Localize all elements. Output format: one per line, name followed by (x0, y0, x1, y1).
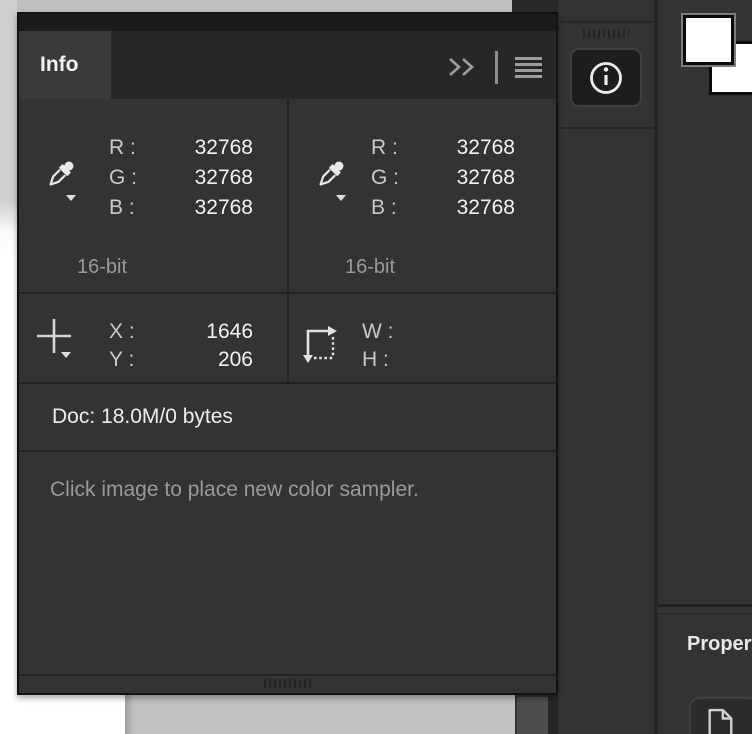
hint-text: Click image to place new color sampler. (50, 478, 419, 502)
channel-label: R : (109, 136, 153, 160)
collapse-panel-button[interactable] (447, 56, 477, 78)
cursor-position-cell: X : 1646 Y : 206 (19, 294, 287, 382)
panel-drag-edge[interactable] (19, 14, 556, 31)
channel-value: 32768 (153, 166, 253, 190)
color-readout-secondary: R : 32768 G : 32768 B : 32768 16-bit (289, 99, 556, 292)
eyedropper-mode-button[interactable] (38, 157, 82, 205)
eyedropper-icon (308, 157, 352, 205)
coord-label: X : (109, 320, 153, 344)
double-chevron-right-icon (447, 56, 477, 78)
bit-depth-label: 16-bit (77, 256, 127, 279)
channel-value: 32768 (153, 196, 253, 220)
document-page-icon (705, 708, 735, 734)
channel-label: B : (371, 196, 415, 220)
info-panel: Info (17, 12, 558, 695)
dock-grip-icon[interactable] (583, 29, 629, 38)
size-label: H : (362, 348, 406, 372)
coord-label: Y : (109, 348, 153, 372)
channel-value: 32768 (153, 136, 253, 160)
size-label: W : (362, 320, 406, 344)
dock-divider (658, 613, 752, 615)
info-panel-dock-button[interactable] (570, 48, 642, 107)
channel-label: G : (371, 166, 415, 190)
channel-value: 32768 (415, 136, 515, 160)
canvas-background-bottom-white (17, 695, 125, 734)
channel-value: 32768 (415, 196, 515, 220)
dock-divider (558, 127, 654, 129)
doc-status-section: Doc: 18.0M/0 bytes (19, 384, 556, 450)
dock-divider (658, 604, 752, 607)
coord-value: 1646 (153, 320, 253, 344)
channel-label: B : (109, 196, 153, 220)
window-fragment-dark (548, 695, 558, 734)
document-properties-button[interactable] (689, 697, 752, 734)
eyedropper-mode-button[interactable] (308, 157, 352, 205)
dock-divider (558, 21, 654, 23)
panel-tab-bar: Info (19, 31, 556, 99)
cursor-units-button[interactable] (35, 314, 77, 360)
panel-menu-icon (515, 57, 542, 78)
resize-grip-icon (264, 679, 312, 688)
channel-label: R : (371, 136, 415, 160)
header-divider (495, 51, 498, 84)
position-size-section: X : 1646 Y : 206 (19, 294, 556, 382)
doc-status-text: Doc: 18.0M/0 bytes (19, 405, 233, 429)
crosshair-icon (35, 314, 77, 360)
foreground-color-swatch[interactable] (683, 15, 734, 65)
hint-section: Click image to place new color sampler. (19, 452, 556, 674)
selection-size-cell: W : H : (289, 294, 556, 382)
window-fragment-gray (517, 697, 548, 734)
bit-depth-label: 16-bit (345, 256, 395, 279)
canvas-background-bottom-gray (125, 695, 515, 734)
channel-value: 32768 (415, 166, 515, 190)
tab-info-label: Info (40, 53, 78, 77)
canvas-background-left (0, 0, 17, 734)
eyedropper-icon (38, 157, 82, 205)
dock-edge-divider (654, 0, 658, 734)
coord-value: 206 (153, 348, 253, 372)
tab-info[interactable]: Info (19, 31, 111, 99)
panel-menu-button[interactable] (515, 57, 542, 78)
channel-label: G : (109, 166, 153, 190)
color-readouts-section: R : 32768 G : 32768 B : 32768 16-bit (19, 99, 556, 292)
info-circle-icon (586, 58, 626, 98)
color-readout-primary: R : 32768 G : 32768 B : 32768 16-bit (19, 99, 287, 292)
panel-resize-bar[interactable] (19, 676, 556, 693)
width-height-icon (301, 322, 341, 364)
tab-properties[interactable]: Properties (687, 633, 752, 656)
